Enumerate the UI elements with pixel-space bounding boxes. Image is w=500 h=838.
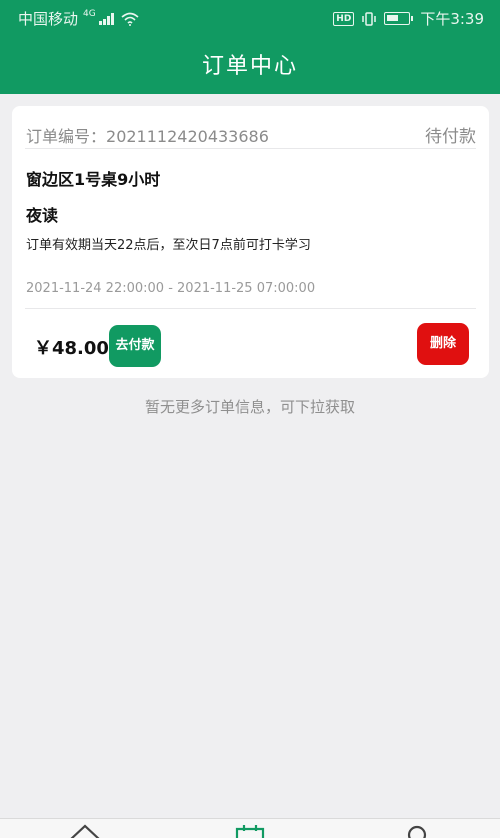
- order-price: ￥48.00: [34, 338, 109, 359]
- clock: 下午3:39: [420, 10, 484, 28]
- bottom-tab-bar: [0, 818, 500, 838]
- hd-badge: HD: [333, 11, 355, 26]
- top-header: 中国移动 4G HD 下午3:39 订单中心: [0, 0, 500, 94]
- orders-icon[interactable]: [234, 823, 266, 838]
- order-number-label: 订单编号：: [26, 127, 107, 146]
- status-bar: 中国移动 4G HD 下午3:39: [0, 0, 500, 34]
- battery-icon: [384, 12, 414, 25]
- status-left: 中国移动 4G: [18, 8, 139, 29]
- time-range: 2021-11-24 22:00:00 - 2021-11-25 07:00:0…: [26, 281, 316, 296]
- vibrate-icon: [362, 11, 377, 26]
- profile-icon[interactable]: [404, 823, 430, 838]
- order-card[interactable]: 订单编号：2021112420433686 待付款 窗边区1号桌9小时 夜读 订…: [12, 106, 489, 378]
- seat-info: 窗边区1号桌9小时: [26, 170, 161, 189]
- delete-button[interactable]: 删除: [417, 323, 469, 365]
- status-right: HD 下午3:39: [333, 8, 484, 29]
- order-description: 订单有效期当天22点后，至次日7点前可打卡学习: [26, 238, 311, 253]
- order-number-value: 2021112420433686: [106, 127, 269, 146]
- home-icon[interactable]: [68, 823, 102, 838]
- carrier-name: 中国移动: [18, 10, 79, 28]
- no-more-orders-note: 暂无更多订单信息，可下拉获取: [144, 398, 355, 416]
- period-name: 夜读: [26, 206, 59, 225]
- card-divider-top: [25, 148, 476, 149]
- page-title: 订单中心: [201, 54, 298, 79]
- signal-icon: [98, 12, 114, 25]
- wifi-icon: [121, 12, 139, 26]
- order-status: 待付款: [425, 127, 476, 147]
- pay-button[interactable]: 去付款: [109, 325, 161, 367]
- network-type: 4G: [83, 8, 96, 19]
- order-number: 订单编号：2021112420433686: [26, 123, 269, 147]
- card-divider-bottom: [25, 308, 476, 309]
